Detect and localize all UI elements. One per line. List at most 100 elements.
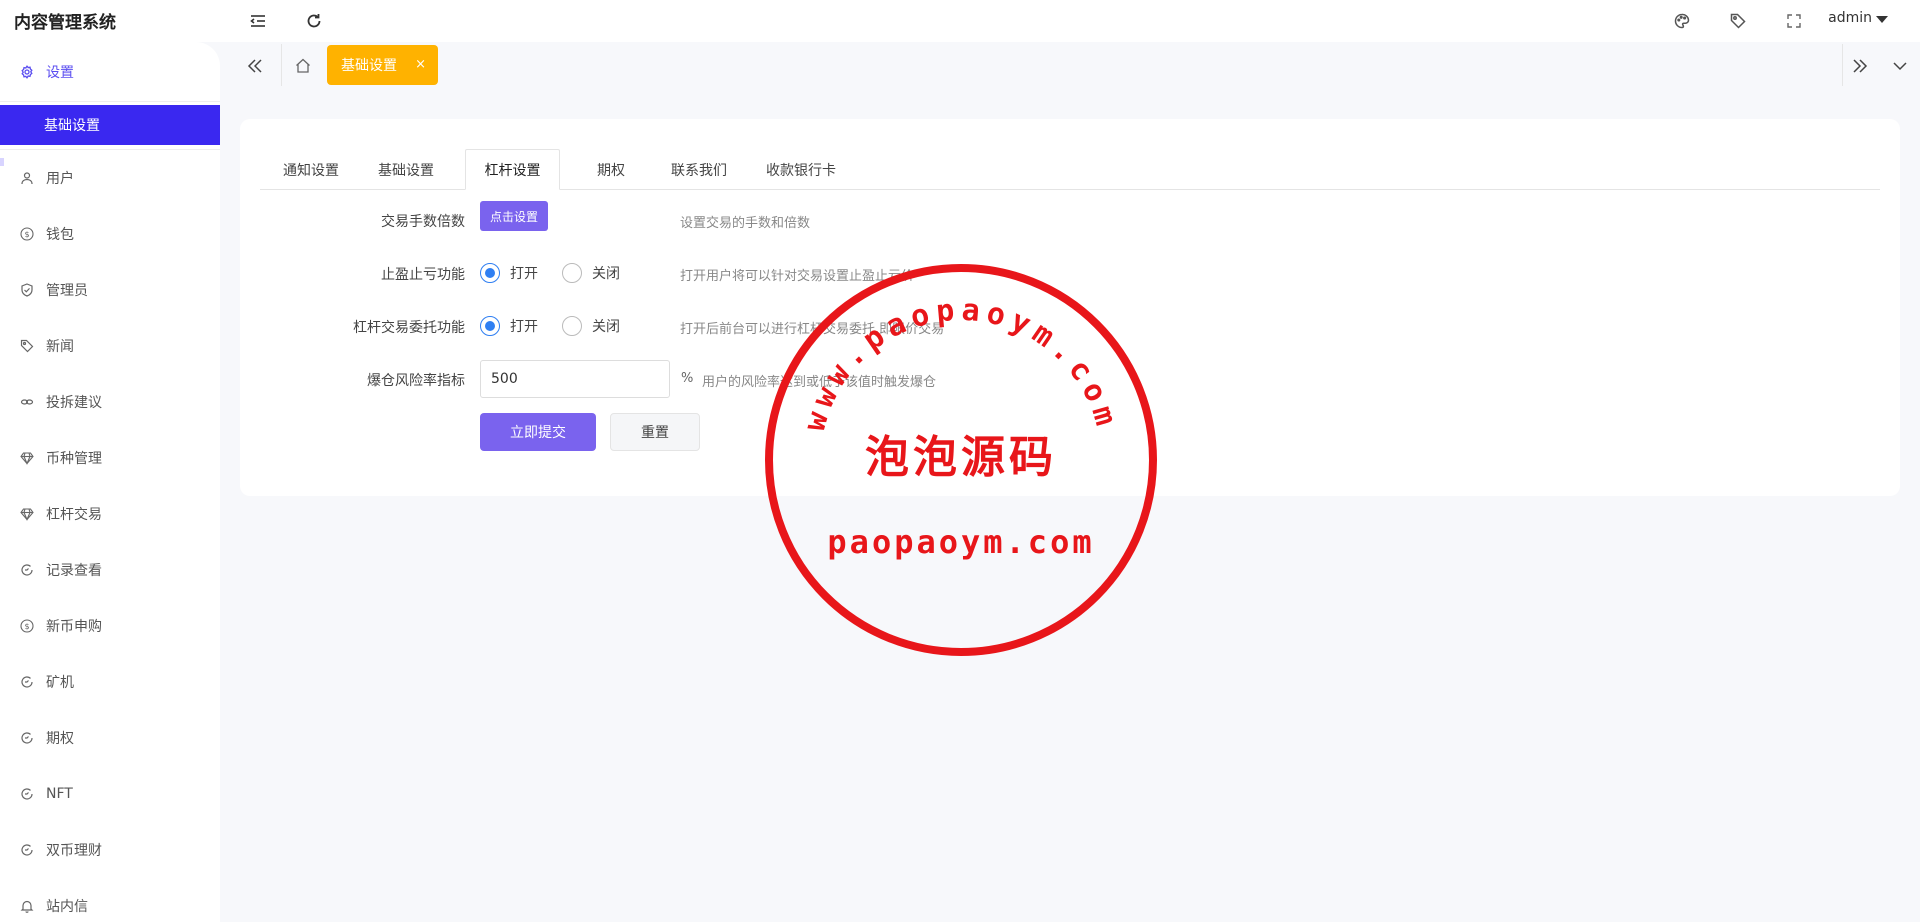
sidebar-item-label: 站内信 [46,899,88,915]
circle-arrow-icon [20,563,34,577]
sidebar-item-label: 双币理财 [46,843,102,859]
dollar-icon: $ [20,227,34,241]
sidebar-item-leverage-trading[interactable]: 杠杆交易 [0,494,220,534]
sidebar-item-label: 钱包 [46,227,74,243]
radio-dot [562,316,582,336]
sidebar-item-users[interactable]: 用户 [0,158,220,198]
divider [281,44,282,86]
diamond-icon [20,451,34,465]
page-tab-basic-settings[interactable]: 基础设置 × [327,45,438,85]
tag-icon[interactable] [1727,10,1749,32]
sidebar-item-records[interactable]: 记录查看 [0,550,220,590]
diamond-icon [20,507,34,521]
sidebar-item-label: 用户 [46,171,74,187]
sidebar-section-label: 设置 [46,65,74,81]
percent-unit: % [681,371,694,386]
username: admin [1828,10,1872,26]
stop-profit-loss-on-radio[interactable]: 打开 [480,263,538,283]
stop-profit-loss-tip: 打开用户将可以针对交易设置止盈止亏价 [680,269,915,284]
tab-basic-settings[interactable]: 基础设置 [365,149,447,190]
radio-label: 关闭 [592,319,620,335]
divider [0,149,220,150]
scroll-tabs-left-icon[interactable] [241,52,269,80]
radio-label: 关闭 [592,266,620,282]
reset-button[interactable]: 重置 [610,413,700,451]
circle-arrow-icon [20,843,34,857]
leverage-entrust-on-radio[interactable]: 打开 [480,316,538,336]
sidebar-item-mining[interactable]: 矿机 [0,662,220,702]
settings-tabs: 通知设置 基础设置 杠杆设置 期权 联系我们 收款银行卡 [260,149,1880,190]
tab-options[interactable]: 期权 [577,149,645,190]
app-title: 内容管理系统 [14,13,116,33]
sidebar-item-label: 矿机 [46,675,74,691]
submit-button[interactable]: 立即提交 [480,413,596,451]
tabs-menu-chevron-down-icon[interactable] [1886,52,1914,80]
liquidation-risk-input[interactable] [480,360,670,398]
caret-down-icon [1876,15,1888,23]
sidebar-item-label: 新币申购 [46,619,102,635]
sidebar-item-nft[interactable]: NFT [0,774,220,814]
circle-arrow-icon [20,731,34,745]
radio-label: 打开 [510,266,538,282]
circle-arrow-icon [20,675,34,689]
leverage-entrust-label: 杠杆交易委托功能 [353,320,465,336]
tab-bank-card[interactable]: 收款银行卡 [754,149,848,190]
sidebar-item-label: 投拆建议 [46,395,102,411]
sidebar-section-settings[interactable]: 设置 [0,52,220,92]
sidebar-item-options[interactable]: 期权 [0,718,220,758]
user-menu[interactable]: admin [1828,10,1888,26]
radio-label: 打开 [510,319,538,335]
sidebar-item-basic-settings[interactable]: 基础设置 [0,105,220,145]
sidebar-item-admins[interactable]: 管理员 [0,270,220,310]
fee-multiplier-label: 交易手数倍数 [381,214,465,230]
home-icon[interactable] [289,52,317,80]
radio-dot [480,316,500,336]
stop-profit-loss-label: 止盈止亏功能 [381,267,465,283]
user-icon [20,171,34,185]
tab-contact-us[interactable]: 联系我们 [658,149,740,190]
dollar-icon: $ [20,619,34,633]
tab-leverage-settings[interactable]: 杠杆设置 [465,149,560,190]
sidebar-item-suggestions[interactable]: 投拆建议 [0,382,220,422]
sidebar-item-news[interactable]: 新闻 [0,326,220,366]
settings-card: 通知设置 基础设置 杠杆设置 期权 联系我们 收款银行卡 交易手数倍数 点击设置… [240,119,1900,496]
sidebar-item-coin-management[interactable]: 币种管理 [0,438,220,478]
stop-profit-loss-off-radio[interactable]: 关闭 [562,263,620,283]
sidebar: 设置 基础设置 用户 $ 钱包 管理员 新闻 投拆建议 币种管理 杠杆交易 记录… [0,42,220,922]
liquidation-risk-tip: 用户的风险率达到或低于该值时触发爆仓 [702,375,937,390]
sidebar-item-wallet[interactable]: $ 钱包 [0,214,220,254]
sidebar-item-messages[interactable]: 站内信 [0,886,220,922]
sidebar-item-new-coin-subscription[interactable]: $ 新币申购 [0,606,220,646]
page-tab-label: 基础设置 [341,58,397,74]
divider [0,101,220,102]
divider [1842,44,1843,86]
leverage-entrust-tip: 打开后前台可以进行杠杆交易委托,即限价交易 [680,322,945,337]
sidebar-item-dual-currency[interactable]: 双币理财 [0,830,220,870]
shield-check-icon [20,283,34,297]
radio-dot [562,263,582,283]
collapse-menu-icon[interactable] [247,10,269,32]
sidebar-item-label: 杠杆交易 [46,507,102,523]
link-icon [20,395,34,409]
gear-icon [20,65,34,79]
tab-notification-settings[interactable]: 通知设置 [270,149,352,190]
refresh-icon[interactable] [303,10,325,32]
sidebar-item-label: 记录查看 [46,563,102,579]
scroll-tabs-right-icon[interactable] [1846,52,1874,80]
circle-arrow-icon [20,787,34,801]
sidebar-item-label: NFT [46,786,73,802]
sidebar-item-label: 币种管理 [46,451,102,467]
close-icon[interactable]: × [415,57,426,72]
top-header: 内容管理系统 admin [0,0,1920,42]
tag-icon [20,339,34,353]
sidebar-item-label: 新闻 [46,339,74,355]
liquidation-risk-label: 爆仓风险率指标 [367,373,465,389]
palette-icon[interactable] [1671,10,1693,32]
sidebar-item-label: 管理员 [46,283,88,299]
radio-dot [480,263,500,283]
fee-multiplier-set-button[interactable]: 点击设置 [480,201,548,231]
sidebar-item-label: 期权 [46,731,74,747]
stamp-bottom-text: paopaoym.com [827,523,1094,561]
leverage-entrust-off-radio[interactable]: 关闭 [562,316,620,336]
fullscreen-icon[interactable] [1783,10,1805,32]
